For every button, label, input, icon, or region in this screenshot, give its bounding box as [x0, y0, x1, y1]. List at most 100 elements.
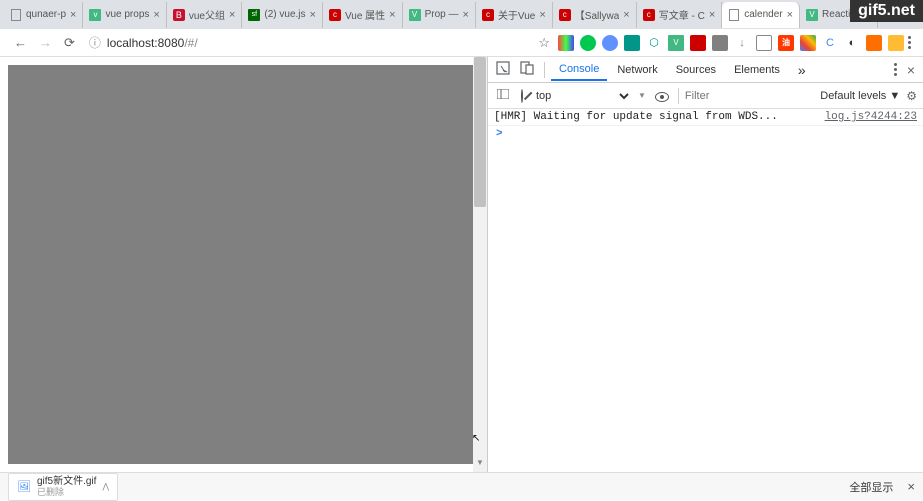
tab-label: calender — [744, 9, 782, 20]
close-icon[interactable]: × — [539, 9, 545, 21]
tab-3[interactable]: sf (2) vue.js × — [242, 2, 323, 28]
close-icon[interactable]: × — [787, 9, 793, 21]
extension-icon[interactable] — [558, 35, 574, 51]
favicon-icon: B — [173, 9, 185, 21]
tab-label: Vue 属性 — [345, 7, 385, 22]
eye-icon[interactable] — [652, 90, 672, 102]
download-status: 已删除 — [37, 487, 96, 498]
console-output: [HMR] Waiting for update signal from WDS… — [488, 109, 923, 472]
reload-button[interactable]: ⟳ — [58, 35, 81, 51]
tab-label: 【Sallywa — [575, 7, 619, 22]
tab-9-active[interactable]: calender × — [722, 2, 800, 28]
close-icon[interactable]: × — [389, 9, 395, 21]
extension-icon[interactable]: ⬡ — [646, 35, 662, 51]
gear-icon[interactable]: ⚙ — [906, 89, 917, 103]
close-icon[interactable]: × — [907, 479, 915, 494]
tab-label: 关于Vue — [498, 7, 535, 22]
devtools-tab-network[interactable]: Network — [609, 60, 665, 80]
forward-button[interactable]: → — [33, 35, 58, 50]
vue-icon: v — [89, 9, 101, 21]
url-path: /#/ — [184, 36, 197, 50]
devtools-more-icon[interactable]: » — [790, 58, 814, 82]
devtools-tab-elements[interactable]: Elements — [726, 60, 788, 80]
devtools-tab-console[interactable]: Console — [551, 59, 607, 81]
inspect-icon[interactable] — [492, 61, 514, 78]
tab-4[interactable]: c Vue 属性 × — [323, 2, 403, 28]
csdn-icon: c — [643, 9, 655, 21]
console-sidebar-toggle-icon[interactable] — [494, 89, 512, 102]
download-item[interactable]: 🖼 gif5新文件.gif 已删除 ⋀ — [8, 473, 118, 501]
close-icon[interactable]: × — [463, 9, 469, 21]
downloads-bar: 🖼 gif5新文件.gif 已删除 ⋀ 全部显示 × — [0, 472, 923, 500]
extension-icon[interactable] — [624, 35, 640, 51]
extension-icon[interactable] — [756, 35, 772, 51]
csdn-icon: c — [482, 9, 494, 21]
extension-icon[interactable] — [888, 35, 904, 51]
close-icon[interactable]: × — [623, 9, 629, 21]
url-field[interactable]: ⓘ localhost:8080/#/ — [89, 34, 530, 51]
file-icon — [10, 9, 22, 21]
devtools-menu-icon[interactable] — [890, 63, 901, 76]
download-filename: gif5新文件.gif — [37, 476, 96, 487]
clear-console-icon[interactable] — [518, 90, 526, 102]
vue-devtools-icon[interactable]: V — [668, 35, 684, 51]
extension-icon[interactable] — [712, 35, 728, 51]
extension-icon[interactable]: 油 — [778, 35, 794, 51]
extension-icon[interactable]: C — [822, 35, 838, 51]
tab-label: vue props — [105, 9, 149, 20]
close-icon[interactable]: × — [229, 9, 235, 21]
content-area: ↖ ▼ Console Network Sources Elements » × — [0, 57, 923, 472]
extension-icon[interactable] — [690, 35, 706, 51]
extension-icon[interactable] — [866, 35, 882, 51]
show-all-downloads[interactable]: 全部显示 — [849, 479, 893, 495]
scroll-track[interactable] — [473, 57, 487, 458]
scroll-thumb[interactable] — [474, 57, 486, 207]
filter-input[interactable] — [685, 90, 814, 102]
extension-icon[interactable]: ↓ — [734, 35, 750, 51]
menu-icon[interactable] — [904, 36, 915, 49]
console-row: [HMR] Waiting for update signal from WDS… — [488, 109, 923, 126]
close-icon[interactable]: × — [310, 9, 316, 21]
tab-label: qunaer-p — [26, 9, 66, 20]
image-icon: 🖼 — [17, 480, 31, 493]
close-icon[interactable]: × — [70, 9, 76, 21]
csdn-icon: c — [559, 9, 571, 21]
context-select[interactable]: top — [532, 89, 632, 103]
console-source-link[interactable]: log.js?4244:23 — [825, 111, 917, 123]
tab-0[interactable]: qunaer-p × — [4, 2, 83, 28]
tab-label: (2) vue.js — [264, 9, 305, 20]
tab-label: vue父组 — [189, 7, 225, 22]
back-button[interactable]: ← — [8, 35, 33, 50]
tab-2[interactable]: Bvue父组 × — [167, 2, 243, 28]
tab-8[interactable]: c写文章 - C× — [637, 2, 723, 28]
devtools-tab-sources[interactable]: Sources — [668, 60, 724, 80]
tab-7[interactable]: c 【Sallywa × — [553, 2, 637, 28]
close-icon[interactable]: × — [153, 9, 159, 21]
chevron-down-icon[interactable]: ⋀ — [102, 482, 109, 491]
tab-5[interactable]: VProp —× — [403, 2, 476, 28]
extension-icon[interactable]: ◐ — [844, 35, 860, 51]
address-bar: ← → ⟳ ⓘ localhost:8080/#/ ☆ ⬡ V ↓ 油 C ◐ — [0, 29, 923, 57]
scroll-down-icon[interactable]: ▼ — [473, 458, 487, 472]
csdn-icon: c — [329, 9, 341, 21]
sf-icon: sf — [248, 9, 260, 21]
watermark: gif5.net — [850, 0, 923, 22]
tab-1[interactable]: v vue props × — [83, 2, 166, 28]
url-host: localhost:8080 — [107, 36, 184, 50]
devtools-close-icon[interactable]: × — [903, 62, 919, 78]
vue-icon: V — [806, 9, 818, 21]
file-icon — [728, 9, 740, 21]
tab-6[interactable]: c 关于Vue × — [476, 2, 553, 28]
extension-icon[interactable] — [580, 35, 596, 51]
console-prompt[interactable]: > — [488, 126, 923, 142]
close-icon[interactable]: × — [709, 9, 715, 21]
log-levels-select[interactable]: Default levels ▼ — [820, 90, 900, 102]
extension-icon[interactable] — [602, 35, 618, 51]
extension-icon[interactable] — [800, 35, 816, 51]
device-icon[interactable] — [516, 61, 538, 78]
bookmark-icon[interactable]: ☆ — [538, 35, 550, 51]
console-toolbar: top ▼ Default levels ▼ ⚙ — [488, 83, 923, 109]
console-message: [HMR] Waiting for update signal from WDS… — [494, 111, 815, 123]
scrollbar[interactable]: ▼ — [473, 57, 487, 472]
browser-tabs-bar: qunaer-p × v vue props × Bvue父组 × sf (2) vue.… — [0, 0, 923, 29]
